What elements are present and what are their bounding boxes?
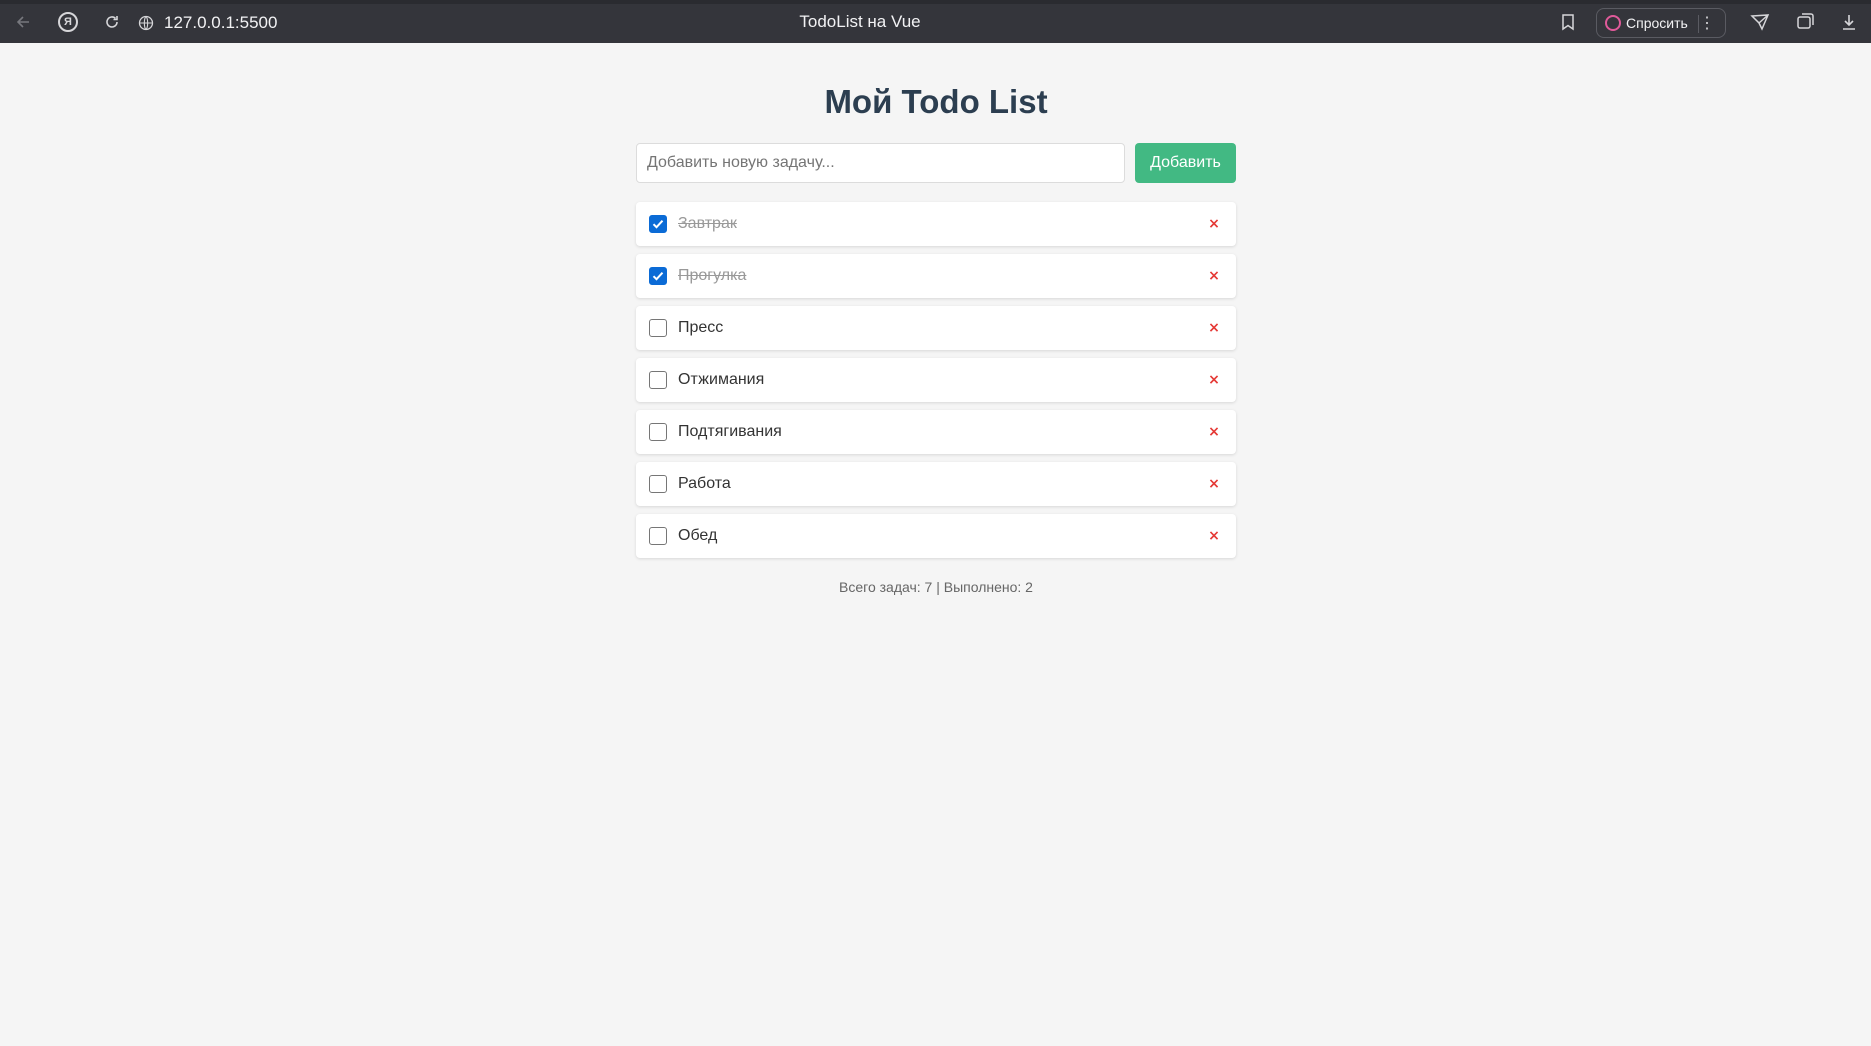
task-stats: Всего задач: 7 | Выполнено: 2 — [839, 579, 1033, 595]
todo-text: Отжимания — [678, 371, 765, 388]
add-task-button[interactable]: Добавить — [1135, 143, 1236, 183]
todo-checkbox[interactable] — [649, 267, 667, 285]
tabs-button[interactable] — [1792, 9, 1818, 35]
page-content: Мой Todo List Добавить Завтрак × Прогулка ×… — [0, 43, 1871, 1046]
delete-todo-button[interactable]: × — [1204, 318, 1224, 338]
checkmark-icon — [652, 220, 664, 229]
delete-todo-button[interactable]: × — [1204, 370, 1224, 390]
todo-checkbox[interactable] — [649, 319, 667, 337]
ask-label: Спросить — [1626, 15, 1688, 31]
download-icon — [1843, 15, 1855, 30]
todo-item: Пресс × — [636, 306, 1236, 350]
todo-item: Отжимания × — [636, 358, 1236, 402]
browser-toolbar: Я 127.0.0.1:5500 TodoList на Vue Спросит… — [0, 0, 1871, 43]
todo-text: Прогулка — [678, 267, 747, 284]
todo-checkbox[interactable] — [649, 371, 667, 389]
todo-text: Подтягивания — [678, 423, 782, 440]
download-button[interactable] — [1836, 9, 1862, 35]
todo-text: Завтрак — [678, 215, 737, 232]
todo-item: Подтягивания × — [636, 410, 1236, 454]
todo-text: Обед — [678, 527, 718, 544]
todo-checkbox[interactable] — [649, 423, 667, 441]
alice-icon — [1605, 15, 1621, 31]
todo-checkbox[interactable] — [649, 215, 667, 233]
more-vertical-icon[interactable]: ⋮ — [1699, 13, 1715, 33]
send-button[interactable] — [1747, 9, 1773, 35]
delete-todo-button[interactable]: × — [1204, 214, 1224, 234]
todo-item: Обед × — [636, 514, 1236, 558]
tab-title: TodoList на Vue — [799, 12, 921, 31]
tabs-icon — [1797, 13, 1814, 29]
bookmark-button[interactable] — [1555, 9, 1581, 35]
todo-item: Завтрак × — [636, 202, 1236, 246]
add-task-form: Добавить — [636, 143, 1236, 183]
ask-button[interactable]: Спросить ⋮ — [1596, 8, 1726, 38]
todo-item: Работа × — [636, 462, 1236, 506]
new-task-input[interactable] — [636, 143, 1125, 183]
page-title: Мой Todo List — [824, 83, 1048, 120]
send-icon — [1750, 14, 1770, 31]
todo-text: Пресс — [678, 319, 724, 336]
todo-item: Прогулка × — [636, 254, 1236, 298]
delete-todo-button[interactable]: × — [1204, 422, 1224, 442]
bookmark-icon — [1562, 14, 1574, 31]
delete-todo-button[interactable]: × — [1204, 474, 1224, 494]
todo-checkbox[interactable] — [649, 475, 667, 493]
delete-todo-button[interactable]: × — [1204, 526, 1224, 546]
delete-todo-button[interactable]: × — [1204, 266, 1224, 286]
checkmark-icon — [652, 272, 664, 281]
todo-text: Работа — [678, 475, 731, 492]
todo-checkbox[interactable] — [649, 527, 667, 545]
